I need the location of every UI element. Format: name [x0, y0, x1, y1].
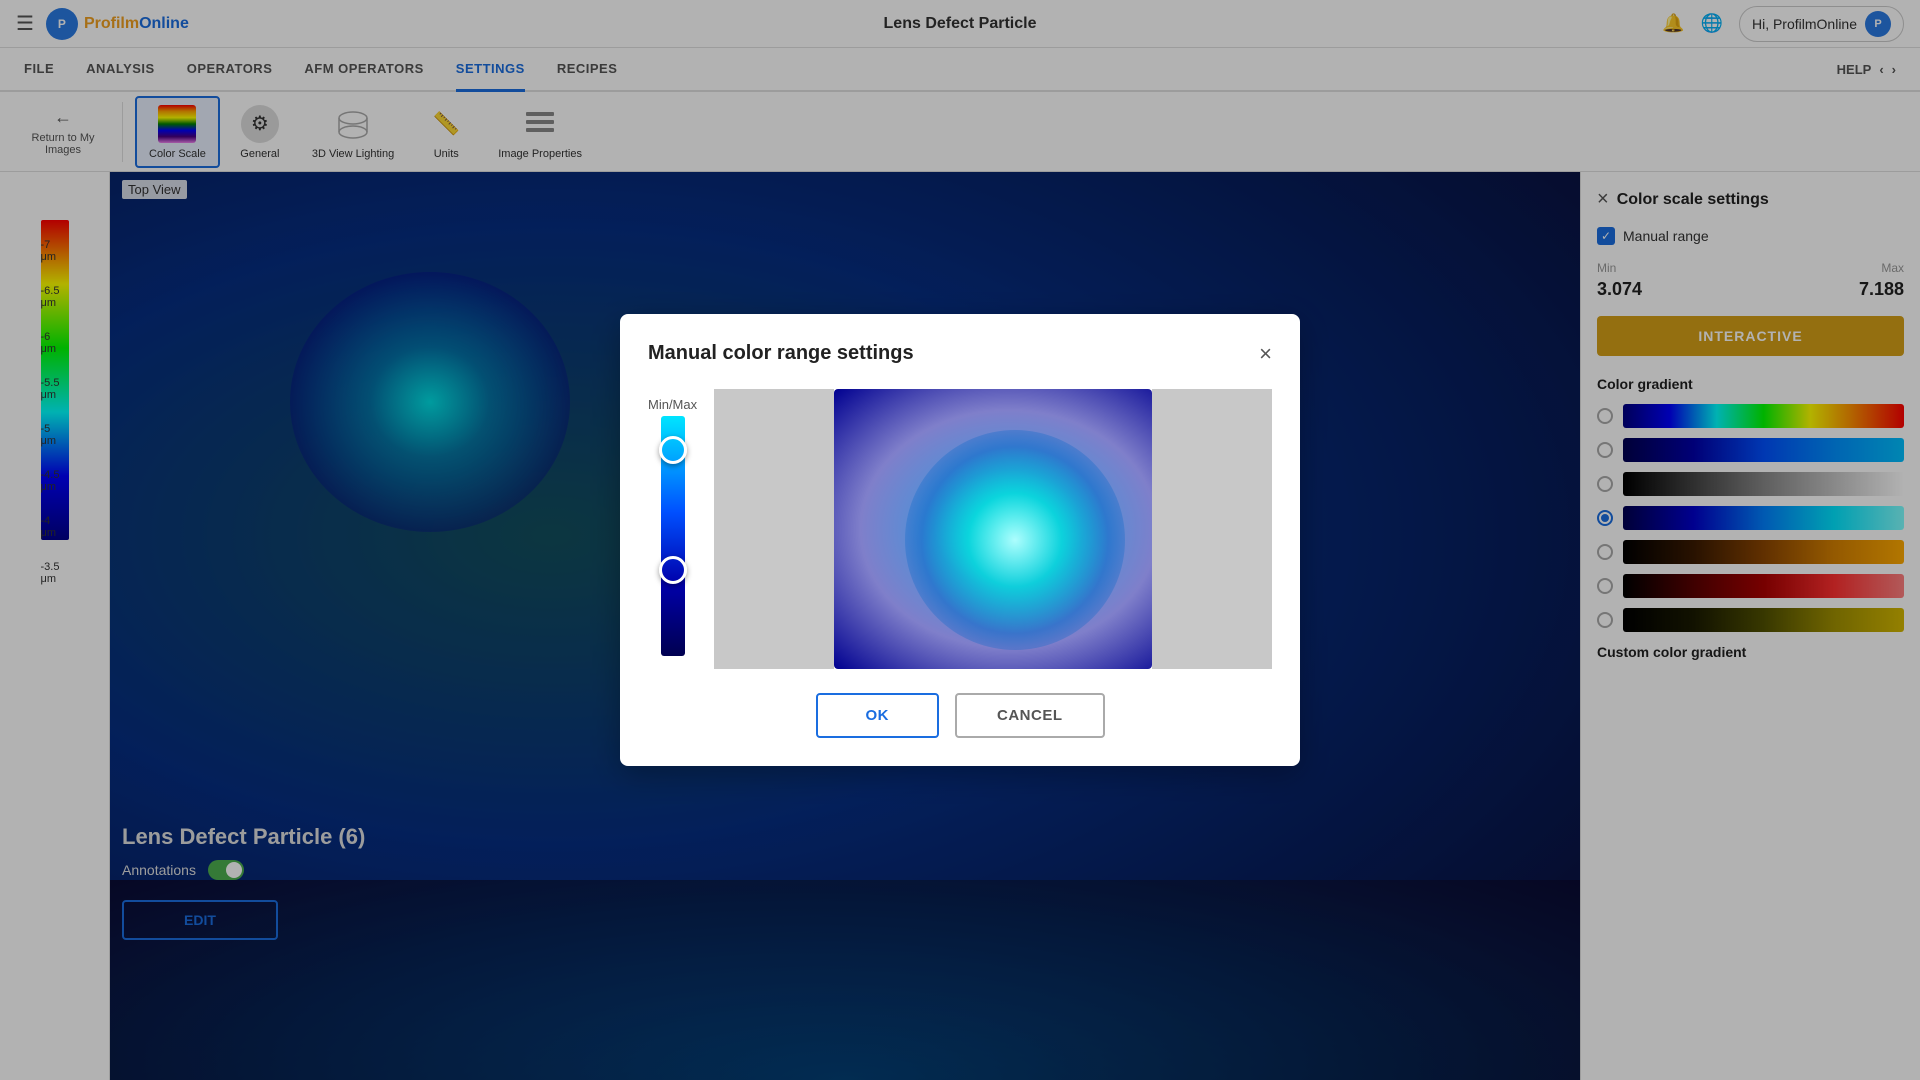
- modal-minmax-label: Min/Max: [648, 389, 697, 412]
- modal-close-button[interactable]: ×: [1259, 343, 1272, 365]
- ok-button[interactable]: OK: [816, 693, 940, 738]
- color-slider-container: [648, 416, 698, 656]
- modal-image-glow: [905, 430, 1125, 650]
- modal-footer: OK CANCEL: [648, 693, 1272, 738]
- modal-image-side-right: [1152, 389, 1272, 669]
- color-strip: [661, 416, 685, 656]
- modal-image-preview: [834, 389, 1152, 669]
- modal-body: Min/Max: [648, 389, 1272, 669]
- modal-header: Manual color range settings ×: [648, 342, 1272, 365]
- modal-image-side-left: [714, 389, 834, 669]
- slider-handle-bottom[interactable]: [659, 556, 687, 584]
- modal-title: Manual color range settings: [648, 342, 914, 365]
- slider-handle-top[interactable]: [659, 436, 687, 464]
- modal-dialog: Manual color range settings × Min/Max OK…: [620, 314, 1300, 766]
- cancel-button[interactable]: CANCEL: [955, 693, 1105, 738]
